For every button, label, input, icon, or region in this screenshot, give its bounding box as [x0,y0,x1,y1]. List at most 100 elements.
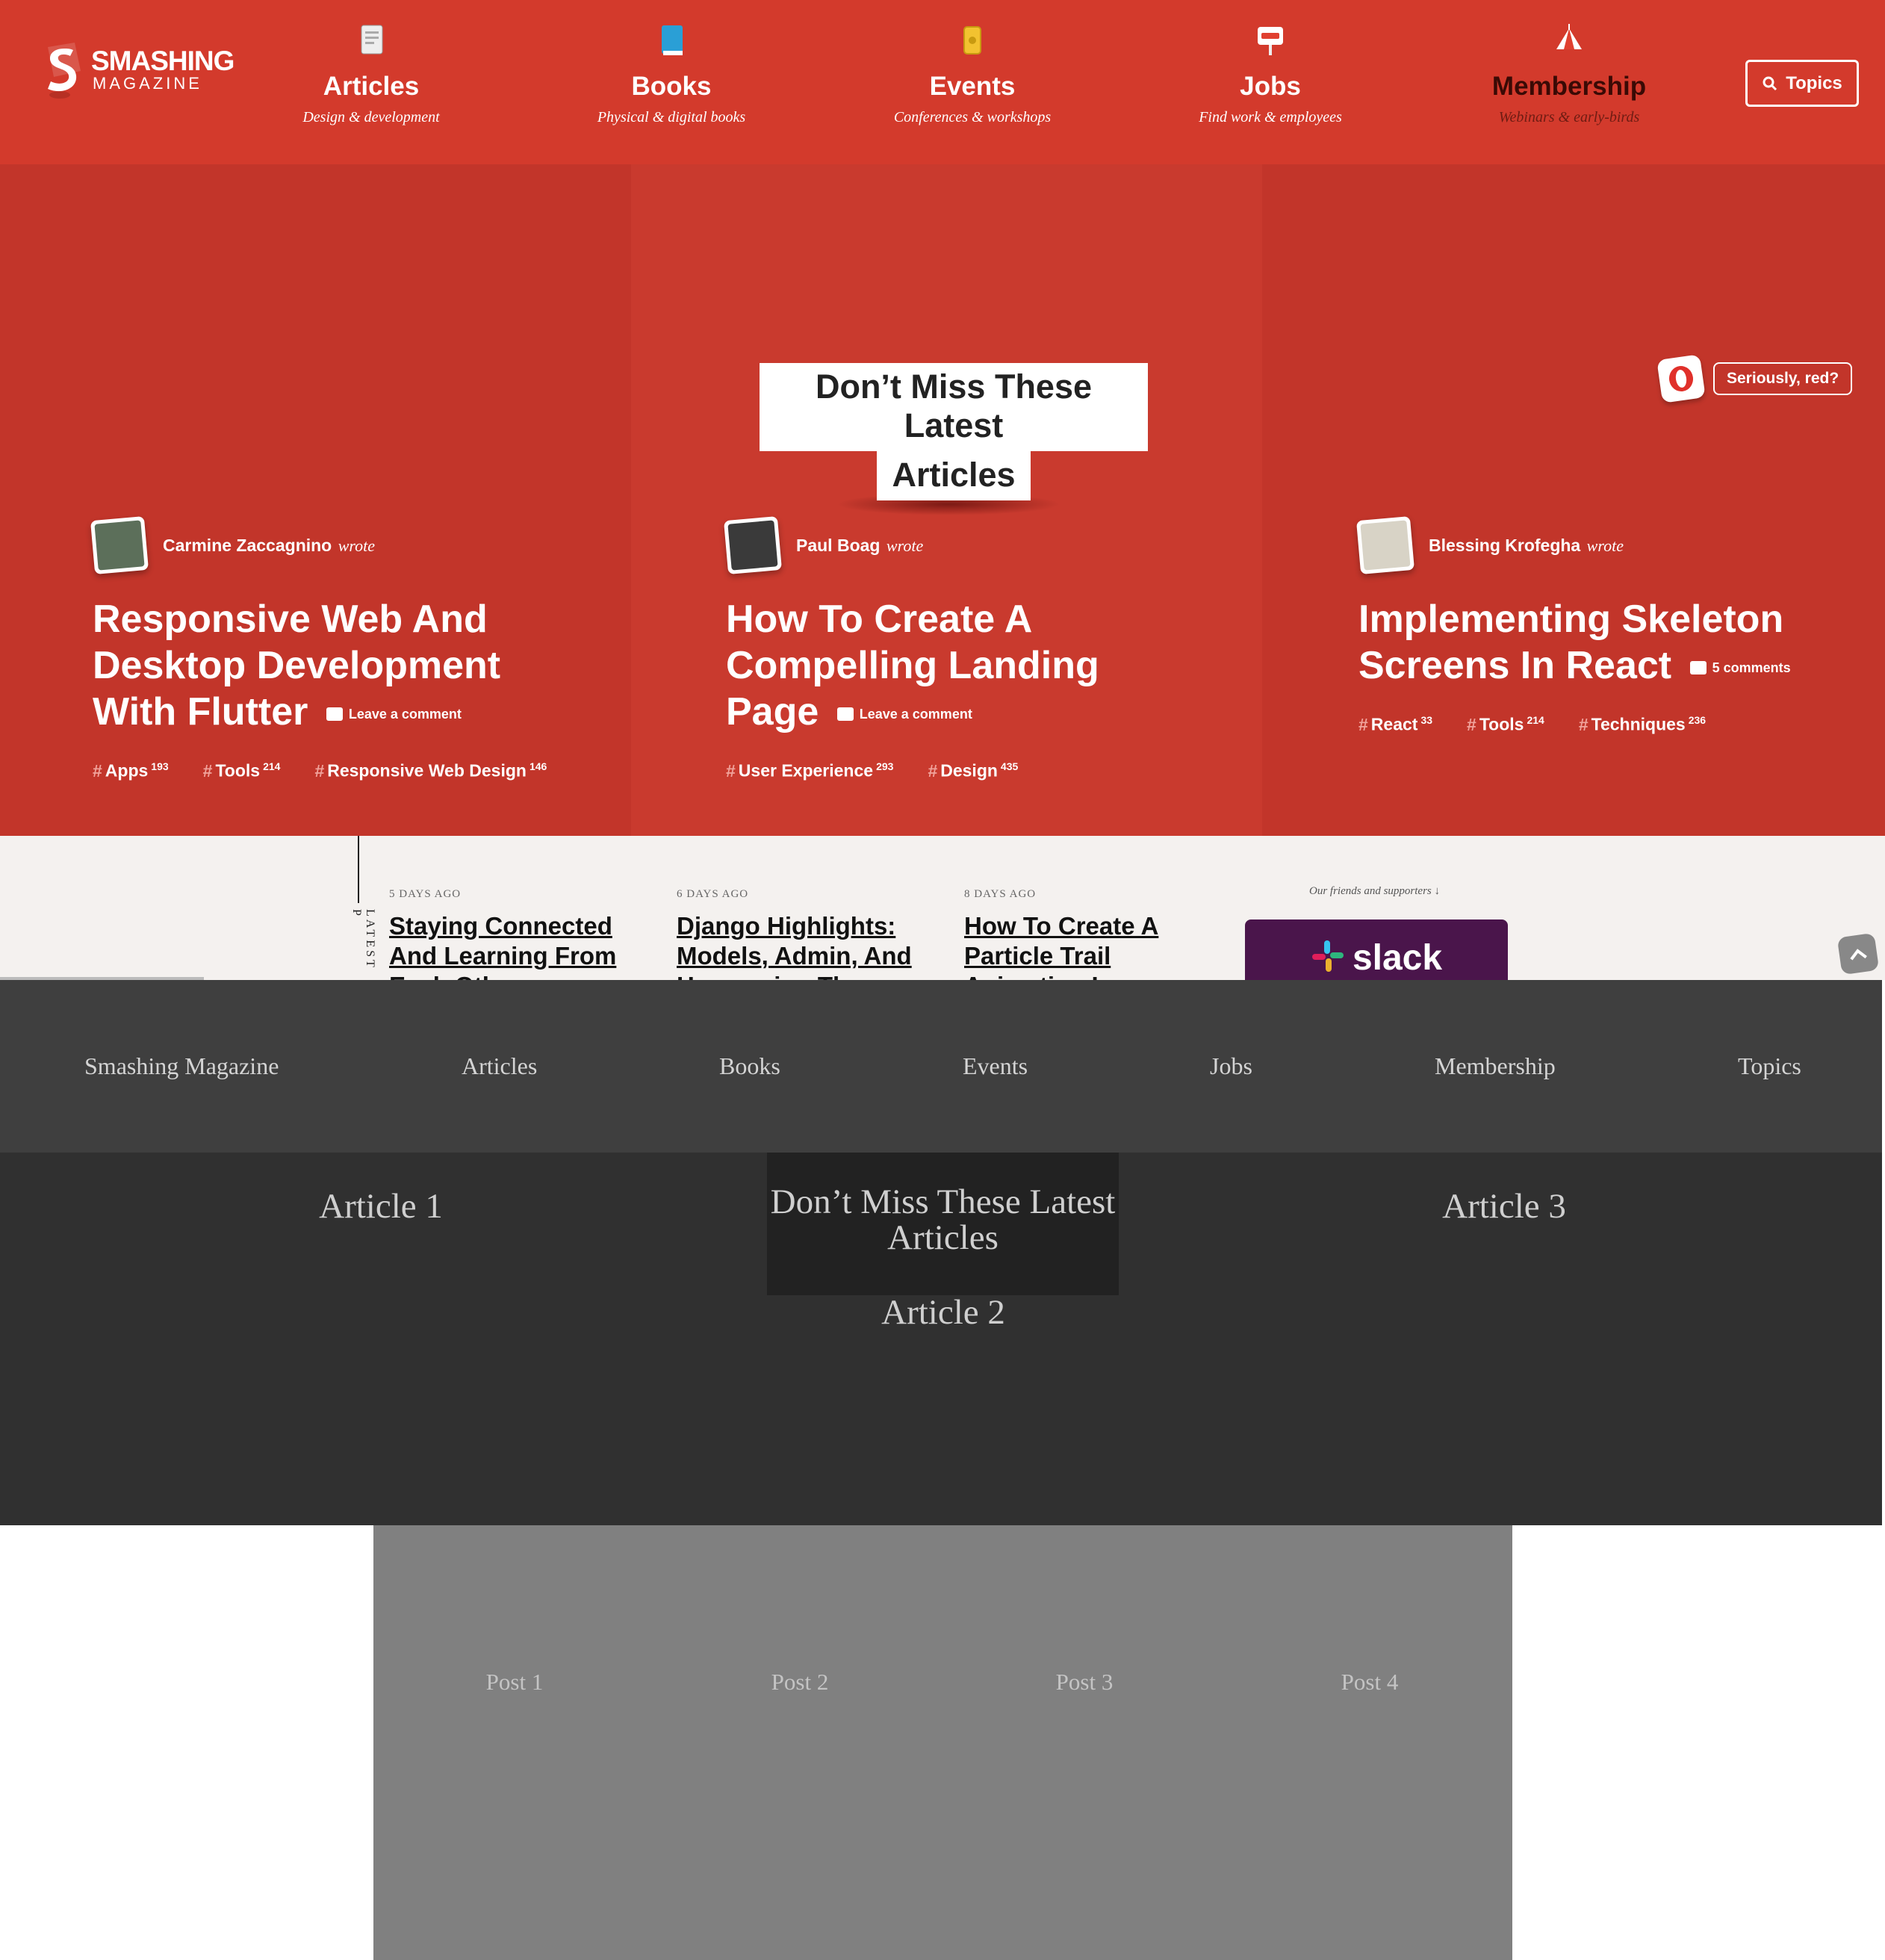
author-row: Carmine Zaccagnino wrote [90,515,571,575]
post-placeholder-3[interactable]: Post 3 [1010,1669,1159,1696]
comment-link[interactable]: Leave a comment [326,707,462,722]
hero-column-3 [1262,164,1885,836]
opera-icon [1656,354,1706,403]
author-name[interactable]: Blessing Krofegha [1429,536,1580,555]
document-icon [361,25,383,55]
ticket-icon [963,26,981,55]
article-placeholder-1[interactable]: Article 1 [284,1186,478,1226]
search-icon [1763,76,1777,90]
secnav-item-books[interactable]: Books [719,1052,780,1080]
avatar[interactable] [90,515,149,575]
tag-list: # React 33 # Tools 214 # Techniques 236 [1358,714,1822,735]
comment-label: Leave a comment [859,707,972,722]
nav-label-events: Events [929,72,1016,101]
secnav-item-events[interactable]: Events [963,1052,1028,1080]
tag[interactable]: # Responsive Web Design 146 [314,760,547,781]
hero-article-1: Carmine Zaccagnino wrote Responsive Web … [90,515,571,781]
logo-word-magazine: MAGAZINE [93,74,202,93]
nav-item-articles[interactable]: Articles Design & development [259,22,483,126]
tag[interactable]: # Design 435 [928,760,1018,781]
latest-title[interactable]: Django Highlights: Models, Admin, And Ha… [677,911,923,980]
article-title[interactable]: Responsive Web And Desktop Development W… [93,596,571,735]
comment-link[interactable]: 5 comments [1689,660,1791,676]
latest-item[interactable]: 5 DAYS AGO Staying Connected And Learnin… [389,888,636,980]
author-wrote: wrote [1586,536,1624,555]
comment-label: 5 comments [1712,660,1791,676]
nav-item-membership[interactable]: Membership Webinars & early-birds [1457,22,1681,126]
author-row: Paul Boag wrote [723,515,1204,575]
seriously-red-button[interactable]: Seriously, red? [1713,362,1853,395]
tag[interactable]: # React 33 [1358,714,1432,735]
nav-label-membership: Membership [1491,72,1647,101]
tag[interactable]: # Tools 214 [1467,714,1544,735]
article-title[interactable]: How To Create A Compelling Landing Page … [726,596,1114,735]
scroll-to-top-button[interactable] [1836,932,1880,976]
post-placeholder-2[interactable]: Post 2 [725,1669,875,1696]
latest-age: 6 DAYS AGO [677,888,749,900]
smashing-logo[interactable]: SMASHING MAGAZINE [37,41,235,108]
posts-section: Post 1 Post 2 Post 3 Post 4 [373,1525,1512,1960]
tag-list: # Apps 193 # Tools 214 # Responsive Web Desig… [93,760,556,781]
secnav-item-membership[interactable]: Membership [1435,1052,1556,1080]
article-placeholder-3[interactable]: Article 3 [1407,1186,1601,1226]
nav-item-events[interactable]: Events Conferences & workshops [860,22,1084,126]
logo-word-smashing: SMASHING [91,46,235,76]
author-name[interactable]: Carmine Zaccagnino [163,536,332,555]
author-row: Blessing Krofegha wrote [1355,515,1836,575]
article-placeholder-2[interactable]: Article 2 [846,1292,1040,1333]
latest-posts-strip: LATEST P 5 DAYS AGO Staying Connected An… [0,836,1885,980]
nav-label-jobs: Jobs [1240,72,1301,101]
nav-sub-articles: Design & development [302,109,440,125]
latest-title[interactable]: How To Create A Particle Trail Animation… [964,911,1211,980]
topics-button[interactable]: Topics [1745,60,1859,107]
hero-heading: Don’t Miss These Latest Articles [760,363,1148,500]
nav-sub-jobs: Find work & employees [1199,109,1342,125]
top-navigation: SMASHING MAGAZINE Articles Design & deve… [0,0,1885,164]
tag[interactable]: # Tools 214 [203,760,281,781]
book-icon [662,25,683,55]
latest-title[interactable]: Staying Connected And Learning From Each… [389,911,636,980]
article-title[interactable]: Implementing Skeleton Screens In React 5… [1358,596,1822,689]
dont-miss-text: Don’t Miss These Latest Articles [770,1182,1116,1257]
topics-button-label: Topics [1786,72,1842,93]
open-sign-icon [1258,27,1283,55]
seriously-red-toggle[interactable]: Seriously, red? [1656,354,1853,403]
author-name[interactable]: Paul Boag [796,536,880,555]
slack-wordmark: slack [1352,938,1443,978]
post-placeholder-1[interactable]: Post 1 [440,1669,589,1696]
post-placeholder-4[interactable]: Post 4 [1295,1669,1444,1696]
tag-list: # User Experience 293 # Design 435 [726,760,1189,781]
latest-age: 8 DAYS AGO [964,888,1037,900]
nav-item-jobs[interactable]: Jobs Find work & employees [1158,22,1382,126]
latest-item[interactable]: 8 DAYS AGO How To Create A Particle Trai… [964,888,1211,980]
latest-age: 5 DAYS AGO [389,888,462,900]
smashing-logo-icon [48,43,81,99]
secnav-item-jobs[interactable]: Jobs [1210,1052,1252,1080]
author-wrote: wrote [886,536,924,555]
tag[interactable]: # User Experience 293 [726,760,893,781]
comment-icon [836,707,854,722]
hero-section: Carmine Zaccagnino wrote Responsive Web … [0,164,1885,964]
tag[interactable]: # Techniques 236 [1579,714,1706,735]
comment-link[interactable]: Leave a comment [836,707,972,722]
secnav-item-articles[interactable]: Articles [462,1052,537,1080]
hero-heading-line-1: Don’t Miss These Latest [760,363,1148,451]
latest-divider [358,836,359,903]
nav-label-articles: Articles [323,72,420,101]
tag[interactable]: # Apps 193 [93,760,169,781]
nav-item-books[interactable]: Books Physical & digital books [559,22,783,126]
articles-placeholder-section: Article 1 Don’t Miss These Latest Articl… [0,1153,1882,1525]
avatar[interactable] [723,515,783,575]
hero-article-3: Blessing Krofegha wrote Implementing Ske… [1355,515,1836,735]
secnav-item-topics[interactable]: Topics [1738,1052,1801,1080]
latest-item[interactable]: 6 DAYS AGO Django Highlights: Models, Ad… [677,888,923,980]
secnav-item-home[interactable]: Smashing Magazine [84,1052,279,1080]
nav-sub-membership: Webinars & early-birds [1498,109,1640,125]
chevron-up-icon [1850,949,1867,961]
slack-sponsor-banner[interactable]: slack [1245,919,1508,980]
hero-heading-line-2: Articles [877,451,1031,500]
author-wrote: wrote [338,536,375,555]
avatar[interactable] [1355,515,1415,575]
circus-tent-icon [1556,24,1582,49]
comment-icon [1689,661,1707,675]
